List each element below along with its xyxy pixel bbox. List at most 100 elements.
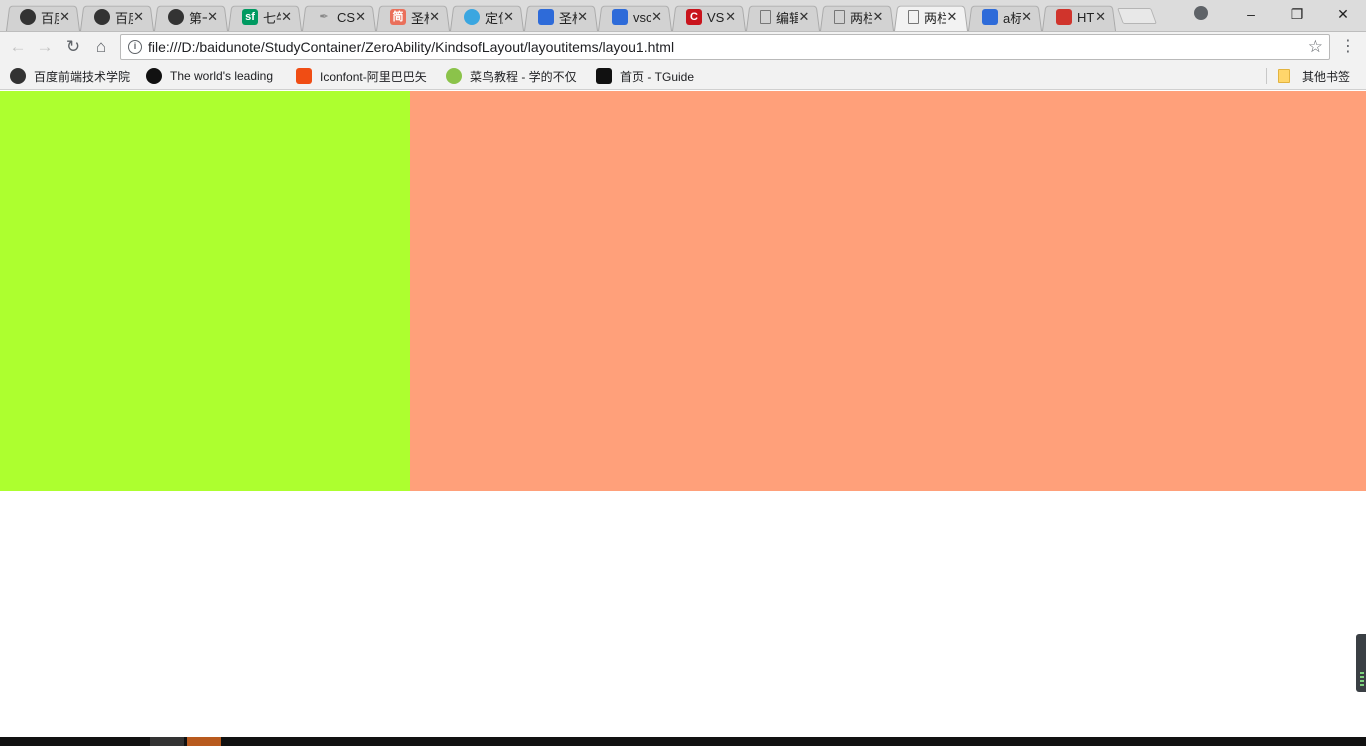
close-window-button[interactable]: ✕ [1320,0,1366,28]
bookmark-label: Iconfont-阿里巴巴矢 [320,69,427,84]
tab-list: 百度✕百度✕第一✕sf七牛✕✒CS✕简圣杯✕定位✕圣杯✕vsc✕CVS✕编辑✕两… [6,3,1157,32]
tab[interactable]: 编辑 ✕ [746,3,820,31]
info-icon[interactable]: i [128,40,142,54]
home-button[interactable]: ⌂ [90,36,112,58]
tab-close-icon[interactable]: ✕ [946,9,958,25]
tab-close-icon[interactable]: ✕ [725,9,736,25]
menu-icon[interactable]: ⋮ [1340,36,1356,58]
tab[interactable]: 第一✕ [154,3,228,31]
tab-title: VS [707,9,725,25]
tab[interactable]: 定位✕ [450,3,524,31]
page-icon [760,10,771,24]
bird-icon [464,9,480,25]
bookmark-label: 百度前端技术学院 [34,69,131,84]
tab-title: 百度 [115,10,133,26]
tab-close-icon[interactable]: ✕ [133,9,144,25]
html5-icon [1056,9,1072,25]
tab[interactable]: 两栏 ✕ [820,3,894,31]
back-button[interactable]: ← [7,36,29,58]
csdn-icon: C [686,9,702,25]
bookmark-item[interactable]: Iconfont-阿里巴巴矢 [296,67,427,85]
tab-title: 百度 [41,10,59,26]
new-tab-button[interactable] [1117,8,1157,24]
tab-strip: 百度✕百度✕第一✕sf七牛✕✒CS✕简圣杯✕定位✕圣杯✕vsc✕CVS✕编辑✕两… [0,0,1366,32]
tab[interactable]: sf 七牛✕ [228,3,302,31]
browser-toolbar: ← → ↻ ⌂ i file:///D:/baidunote/StudyCont… [0,32,1366,62]
tab[interactable]: 百度✕ [6,3,80,31]
tab-title: 两栏 [924,10,946,26]
forward-button[interactable]: → [34,36,56,58]
tab-close-icon[interactable]: ✕ [872,9,884,25]
tab-title: vsc [633,9,652,25]
dark-globe-icon [20,9,36,25]
tab-active[interactable]: 两栏 ✕ [894,3,968,31]
tab[interactable]: 圣杯✕ [524,3,598,31]
sf-icon: sf [242,9,258,25]
reload-button[interactable]: ↻ [62,36,84,58]
url-text[interactable]: file:///D:/baidunote/StudyContainer/Zero… [148,39,674,55]
iconfont-icon [296,68,312,84]
tab-title: 圣杯 [411,10,429,26]
page-icon [834,10,845,24]
baidu-paw-icon [982,9,998,25]
window-controls: – ❐ ✕ [1228,0,1366,28]
bookmark-label: 菜鸟教程 - 学的不仅 [470,69,577,84]
restore-button[interactable]: ❐ [1274,0,1320,28]
tab-close-icon[interactable]: ✕ [1021,9,1032,25]
tab-close-icon[interactable]: ✕ [207,9,218,25]
tab-title: 编辑 [776,10,798,26]
other-bookmarks[interactable]: 其他书签 [1278,67,1350,85]
tab-close-icon[interactable]: ✕ [59,9,70,25]
address-bar[interactable]: i file:///D:/baidunote/StudyContainer/Ze… [120,34,1330,60]
bookmark-star-icon[interactable]: ☆ [1308,37,1323,57]
tab[interactable]: vsc ✕ [598,3,672,31]
bookmark-item[interactable]: 百度前端技术学院 [10,67,130,85]
tab-title: 七牛 [263,10,281,26]
tab-close-icon[interactable]: ✕ [577,9,588,25]
taskbar-item[interactable] [150,737,184,746]
other-bookmarks-label: 其他书签 [1302,69,1351,84]
tab-close-icon[interactable]: ✕ [798,9,810,25]
page-viewport [0,91,1366,737]
taskbar-item-active[interactable] [187,737,221,746]
profile-icon[interactable] [1194,6,1208,20]
tab-title: CS [337,9,356,25]
tab-title: 圣杯 [559,10,577,26]
side-widget[interactable] [1356,634,1366,692]
tab-close-icon[interactable]: ✕ [355,9,366,25]
tab-close-icon[interactable]: ✕ [503,9,514,25]
tab[interactable]: ✒ CS ✕ [302,3,376,31]
tab[interactable]: 简圣杯✕ [376,3,450,31]
folder-icon [1278,69,1290,83]
bookmark-item[interactable]: 首页 - TGuide [596,67,694,85]
minimize-button[interactable]: – [1228,0,1274,28]
tab-close-icon[interactable]: ✕ [651,9,662,25]
baidu-paw-icon [612,9,628,25]
runoob-icon [446,68,462,84]
taskbar [0,737,1366,746]
tguide-icon [596,68,612,84]
tab-title: 第一 [189,10,207,26]
dark-globe-icon [168,9,184,25]
baidu-paw-icon [538,9,554,25]
tab-title: a标 [1003,10,1022,26]
tab-title: HT [1077,9,1095,25]
dark-globe-icon [94,9,110,25]
dark-globe-icon [10,68,26,84]
tab-title: 定位 [485,10,503,26]
tab[interactable]: 百度✕ [80,3,154,31]
bookmark-item[interactable]: 菜鸟教程 - 学的不仅 [446,67,577,85]
tab-title: 两栏 [850,10,872,26]
tab[interactable]: HT ✕ [1042,3,1116,31]
quill-icon: ✒ [319,11,329,23]
tab-close-icon[interactable]: ✕ [1095,9,1106,25]
tab[interactable]: a标 ✕ [968,3,1042,31]
tab[interactable]: C VS ✕ [672,3,746,31]
right-column [410,91,1366,491]
left-column [0,91,410,491]
bookmarks-bar: 其他书签 百度前端技术学院 The world's leading Iconfont… [0,62,1366,90]
bookmark-item[interactable]: The world's leading [146,67,273,85]
jianshu-icon: 简 [390,9,406,25]
tab-close-icon[interactable]: ✕ [429,9,440,25]
tab-close-icon[interactable]: ✕ [281,9,292,25]
